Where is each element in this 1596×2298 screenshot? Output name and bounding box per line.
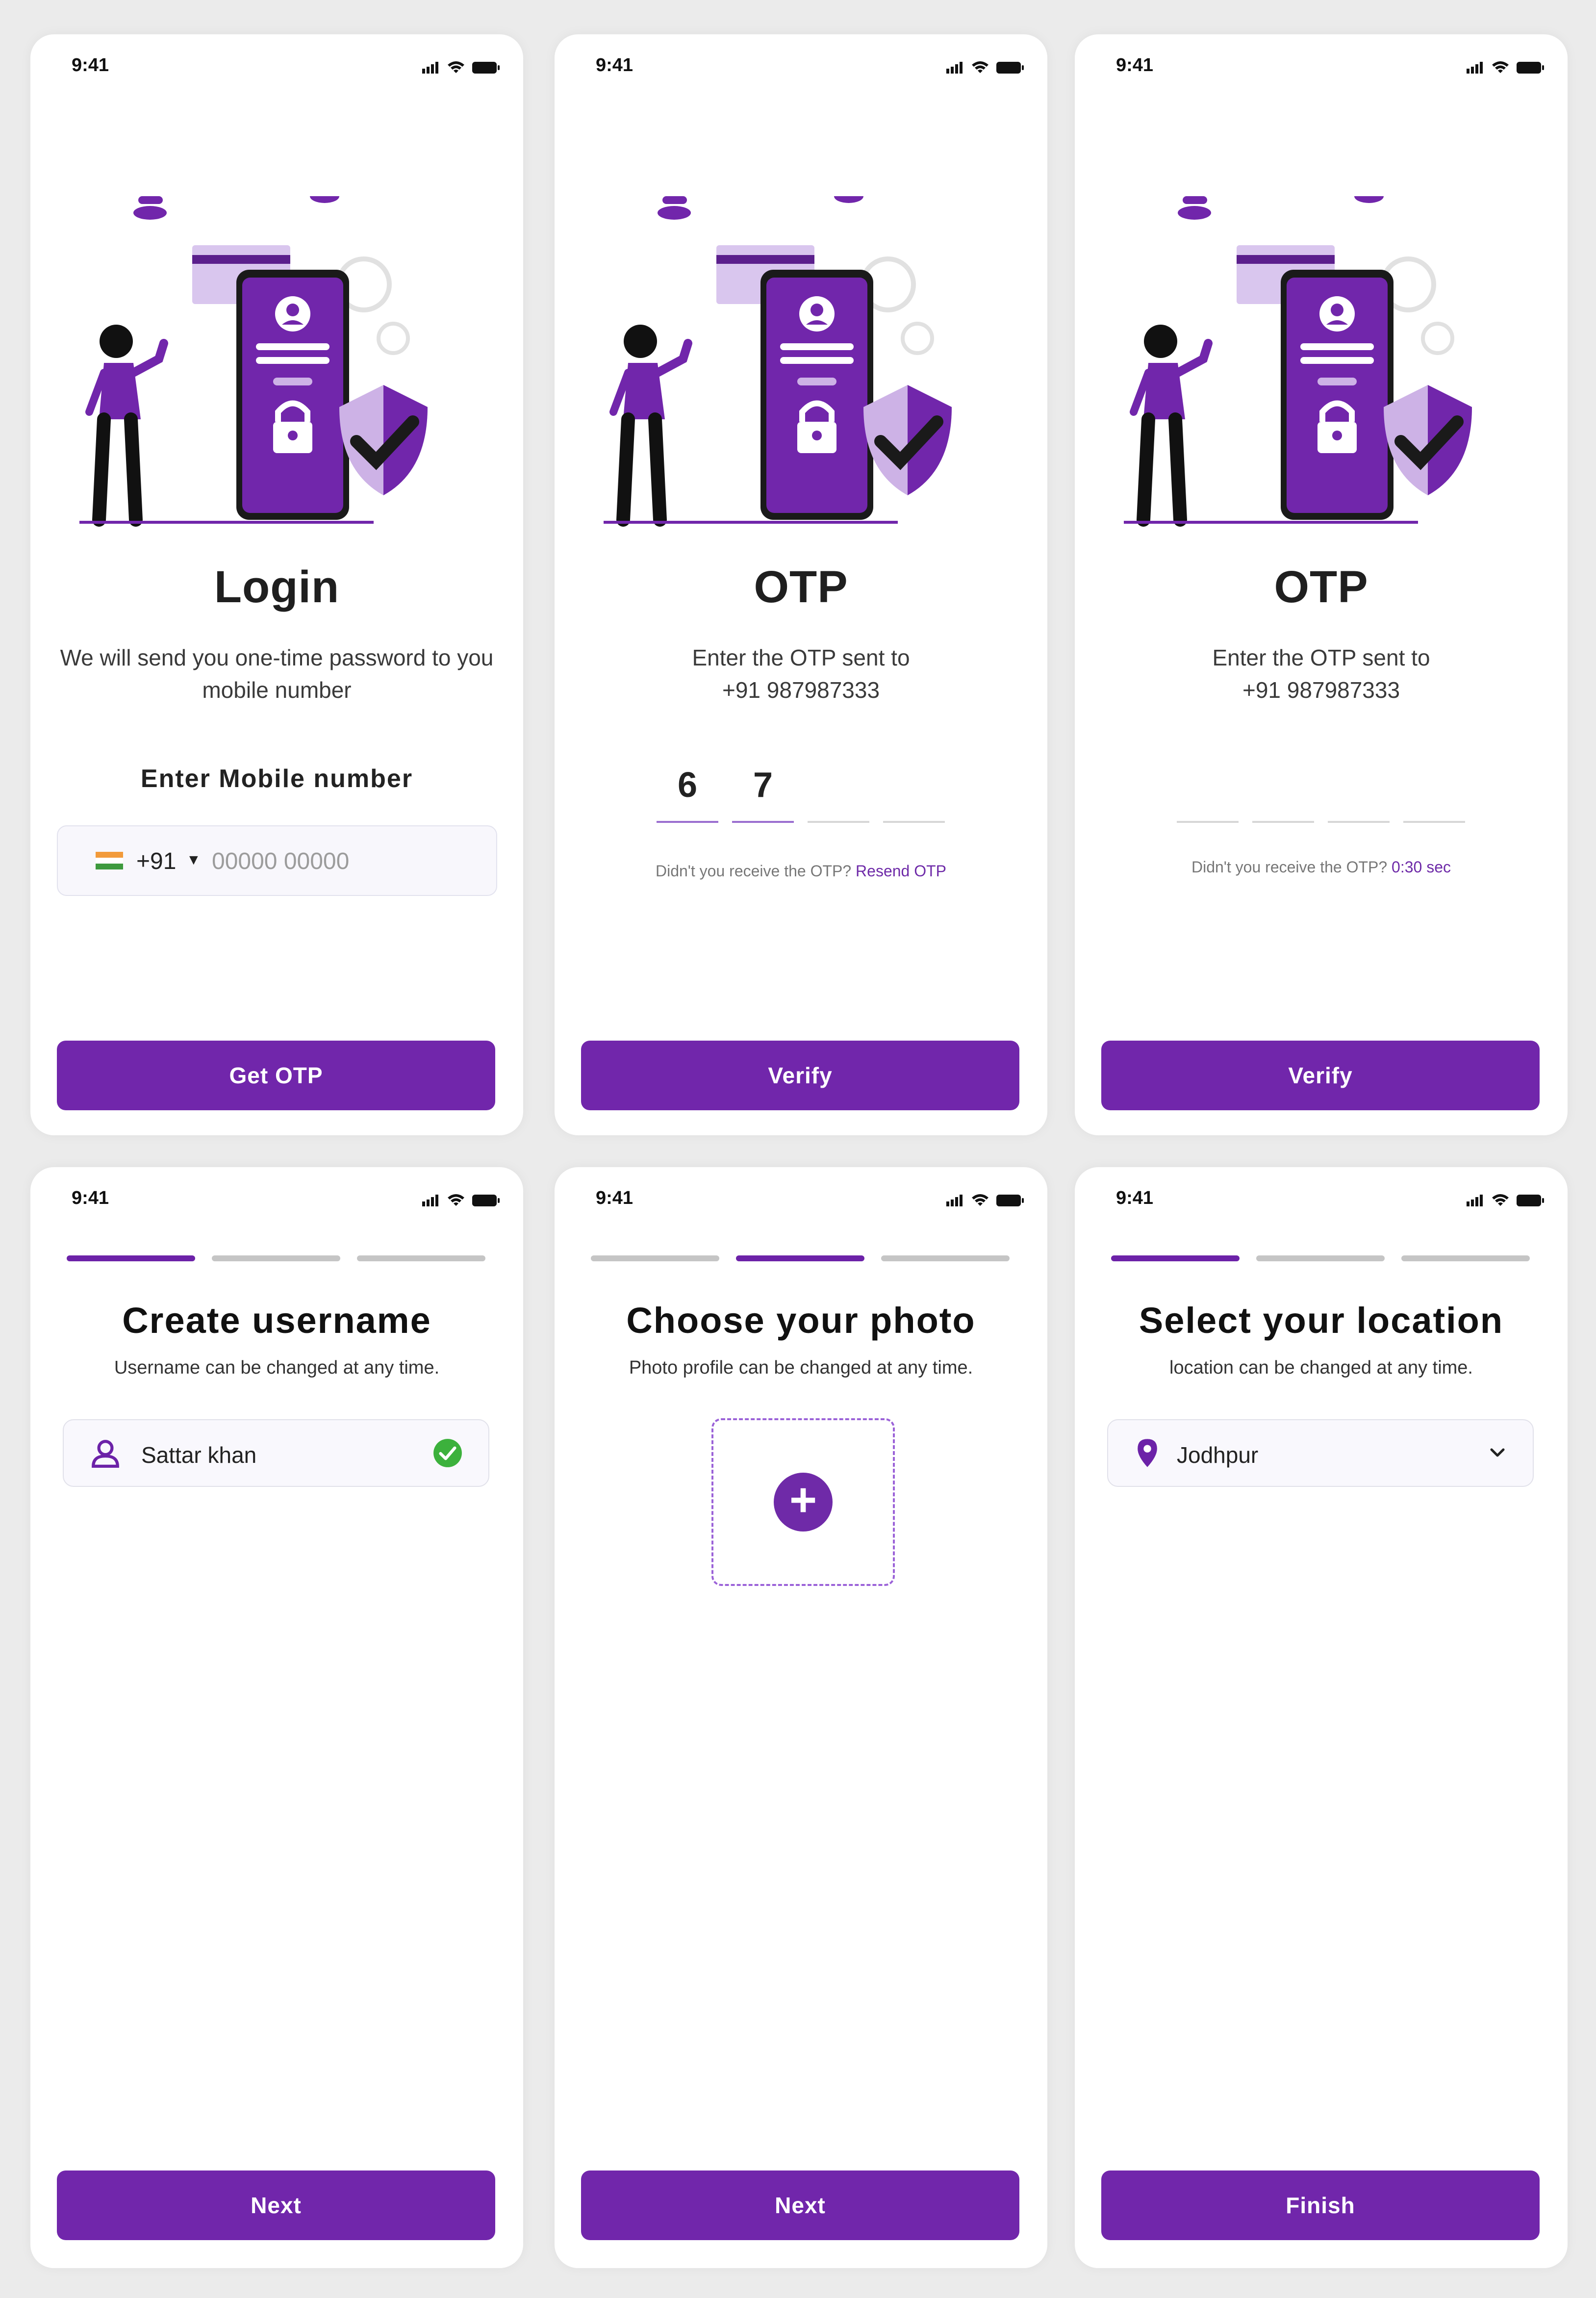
country-code[interactable]: +91 bbox=[136, 848, 176, 875]
next-button[interactable]: Next bbox=[581, 2170, 1019, 2240]
resend-row: Didn't you receive the OTP? Resend OTP bbox=[555, 862, 1047, 880]
chevron-down-icon[interactable]: ▼ bbox=[186, 852, 201, 868]
india-flag-icon bbox=[96, 852, 123, 869]
location-pin-icon bbox=[1138, 1439, 1157, 1467]
mobile-number-placeholder[interactable]: 00000 00000 bbox=[212, 848, 349, 875]
otp-subtitle-line1: Enter the OTP sent to bbox=[1212, 645, 1430, 670]
status-icons bbox=[946, 61, 1024, 74]
select-location-screen: 9:41 Select your location location can b… bbox=[1075, 1167, 1568, 2268]
otp-digit-3[interactable] bbox=[1328, 760, 1390, 823]
page-title: Select your location bbox=[1139, 1300, 1504, 1341]
location-select[interactable]: Jodhpur bbox=[1107, 1419, 1534, 1487]
otp-screen-empty: 9:41 OTP Enter the OTP sent to +91 98798… bbox=[1075, 34, 1568, 1135]
status-time: 9:41 bbox=[596, 1188, 633, 1208]
page-title: Choose your photo bbox=[626, 1300, 976, 1341]
next-button[interactable]: Next bbox=[57, 2170, 495, 2240]
status-icons bbox=[422, 61, 500, 74]
status-bar: 9:41 bbox=[30, 34, 523, 83]
otp-subtitle: Enter the OTP sent to +91 987987333 bbox=[584, 641, 1018, 706]
status-bar: 9:41 bbox=[1075, 34, 1568, 83]
page-subtitle: Photo profile can be changed at any time… bbox=[629, 1357, 973, 1378]
progress-step-3 bbox=[881, 1255, 1010, 1261]
progress-step-1 bbox=[67, 1255, 195, 1261]
page-title: Login bbox=[214, 562, 340, 612]
login-subtitle: We will send you one-time password to yo… bbox=[60, 645, 494, 703]
progress-step-3 bbox=[357, 1255, 485, 1261]
create-username-screen: 9:41 Create username Username can be cha… bbox=[30, 1167, 523, 2268]
resend-prompt: Didn't you receive the OTP? bbox=[655, 862, 852, 880]
progress-stepper bbox=[1111, 1255, 1531, 1261]
resend-otp-link[interactable]: Resend OTP bbox=[856, 862, 946, 880]
otp-digit-2[interactable]: 7 bbox=[732, 760, 794, 823]
status-icons bbox=[1467, 61, 1544, 74]
progress-stepper bbox=[591, 1255, 1011, 1261]
status-icons bbox=[946, 1194, 1024, 1206]
add-photo-icon[interactable]: + bbox=[774, 1473, 833, 1532]
user-icon bbox=[92, 1440, 119, 1468]
status-time: 9:41 bbox=[596, 55, 633, 76]
page-subtitle: Username can be changed at any time. bbox=[114, 1357, 440, 1378]
username-input[interactable]: Sattar khan bbox=[63, 1419, 489, 1487]
otp-subtitle: Enter the OTP sent to +91 987987333 bbox=[1104, 641, 1538, 706]
status-bar: 9:41 bbox=[30, 1167, 523, 1216]
get-otp-button[interactable]: Get OTP bbox=[57, 1041, 495, 1110]
chevron-down-icon[interactable] bbox=[1488, 1443, 1507, 1462]
progress-stepper bbox=[67, 1255, 486, 1261]
otp-subtitle-line1: Enter the OTP sent to bbox=[692, 645, 910, 670]
security-illustration bbox=[79, 196, 428, 527]
otp-digit-1[interactable]: 6 bbox=[657, 760, 718, 823]
check-icon bbox=[433, 1439, 462, 1467]
photo-upload-area[interactable]: + bbox=[711, 1418, 895, 1586]
progress-step-2 bbox=[212, 1255, 340, 1261]
status-bar: 9:41 bbox=[555, 34, 1047, 83]
verify-button[interactable]: Verify bbox=[581, 1041, 1019, 1110]
location-value[interactable]: Jodhpur bbox=[1177, 1442, 1258, 1468]
otp-screen-filled: 9:41 OTP Enter the OTP sent to +91 98798… bbox=[555, 34, 1047, 1135]
progress-step-2 bbox=[1256, 1255, 1385, 1261]
status-bar: 9:41 bbox=[1075, 1167, 1568, 1216]
status-time: 9:41 bbox=[72, 1188, 109, 1208]
security-illustration bbox=[1124, 196, 1472, 527]
otp-input-group: 6 7 bbox=[657, 760, 951, 829]
mobile-number-field[interactable]: +91 ▼ 00000 00000 bbox=[57, 825, 497, 896]
page-title: Create username bbox=[122, 1300, 431, 1341]
finish-button[interactable]: Finish bbox=[1101, 2170, 1540, 2240]
progress-step-1 bbox=[591, 1255, 719, 1261]
progress-step-3 bbox=[1401, 1255, 1530, 1261]
resend-row: Didn't you receive the OTP? 0:30 sec bbox=[1075, 858, 1568, 876]
status-time: 9:41 bbox=[1116, 55, 1154, 76]
login-screen: 9:41 Login We will send you one-time pas… bbox=[30, 34, 523, 1135]
security-illustration bbox=[604, 196, 952, 527]
status-time: 9:41 bbox=[72, 55, 109, 76]
otp-digit-4[interactable] bbox=[883, 760, 945, 823]
verify-button[interactable]: Verify bbox=[1101, 1041, 1540, 1110]
mobile-number-label: Enter Mobile number bbox=[140, 765, 413, 793]
page-title: OTP bbox=[754, 562, 848, 612]
otp-digit-4[interactable] bbox=[1403, 760, 1465, 823]
otp-digit-1[interactable] bbox=[1177, 760, 1239, 823]
page-title: OTP bbox=[1274, 562, 1368, 612]
resend-prompt: Didn't you receive the OTP? bbox=[1191, 858, 1388, 876]
status-icons bbox=[1467, 1194, 1544, 1206]
resend-timer: 0:30 sec bbox=[1392, 858, 1451, 876]
otp-phone-number: +91 987987333 bbox=[722, 677, 880, 703]
progress-step-1 bbox=[1111, 1255, 1240, 1261]
otp-input-group bbox=[1177, 760, 1471, 829]
otp-digit-3[interactable] bbox=[808, 760, 869, 823]
username-value[interactable]: Sattar khan bbox=[141, 1442, 256, 1468]
otp-phone-number: +91 987987333 bbox=[1242, 677, 1400, 703]
status-bar: 9:41 bbox=[555, 1167, 1047, 1216]
status-time: 9:41 bbox=[1116, 1188, 1154, 1208]
status-icons bbox=[422, 1194, 500, 1206]
otp-digit-2[interactable] bbox=[1252, 760, 1314, 823]
page-subtitle: location can be changed at any time. bbox=[1169, 1357, 1473, 1378]
choose-photo-screen: 9:41 Choose your photo Photo profile can… bbox=[555, 1167, 1047, 2268]
progress-step-2 bbox=[736, 1255, 864, 1261]
